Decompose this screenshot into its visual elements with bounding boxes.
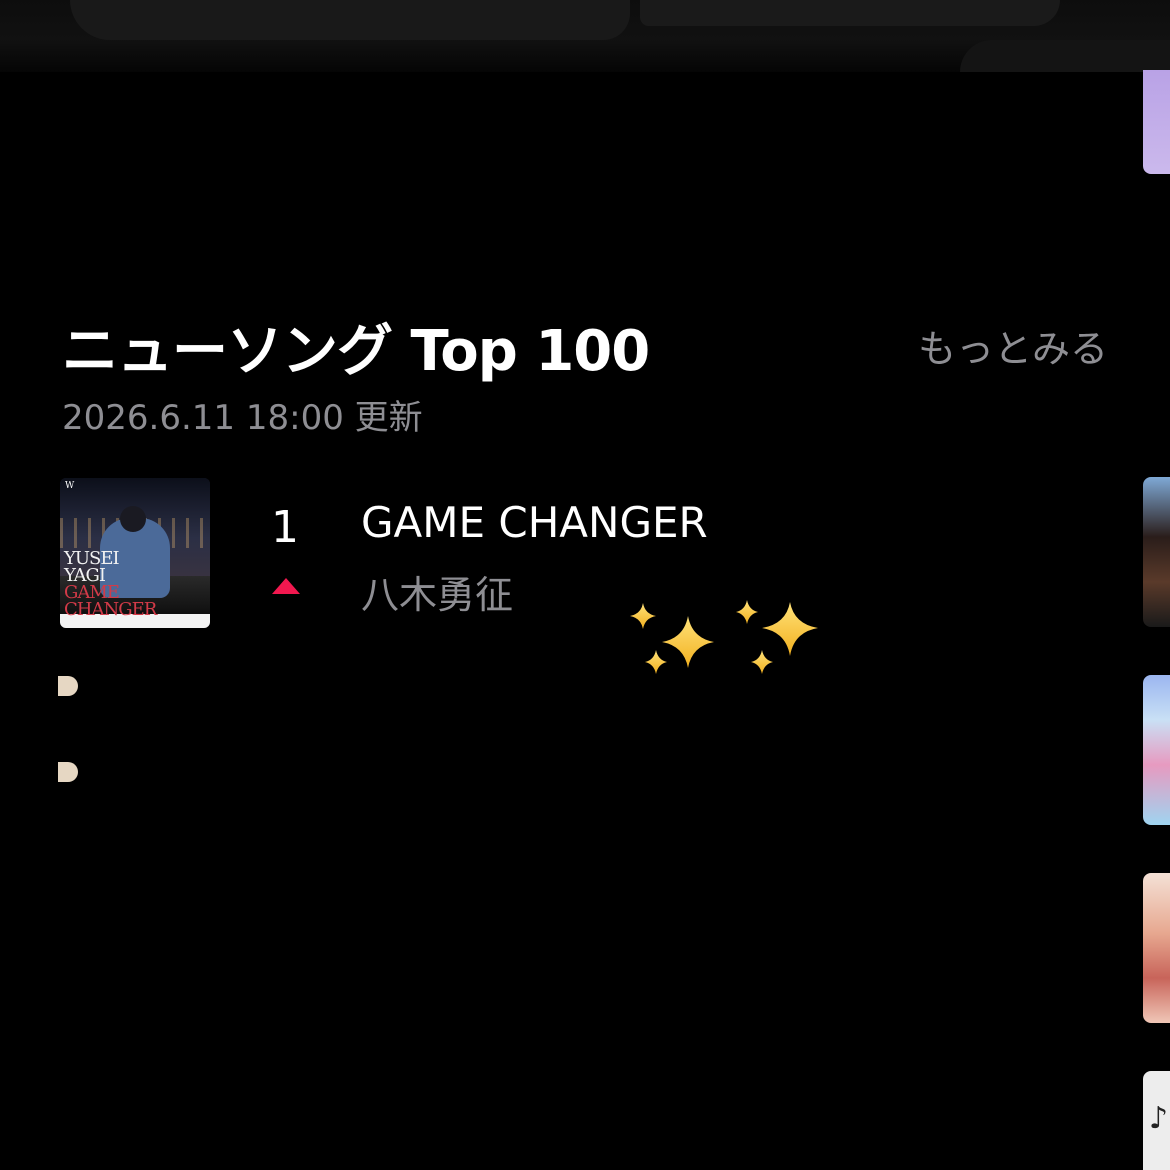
rank-up-icon [272, 578, 300, 594]
adjacent-artwork-5[interactable]: ♪ [1143, 1071, 1170, 1170]
artwork-text-line: CHANGER [64, 599, 157, 620]
adjacent-artwork-4[interactable] [1143, 873, 1170, 1023]
section-title: ニューソング Top 100 [62, 319, 650, 384]
blurred-header-shape [960, 40, 1170, 72]
sparkles-emoji-icon [626, 598, 826, 688]
sparkles-icon [630, 600, 818, 674]
adjacent-artwork-2[interactable] [1143, 477, 1170, 627]
blurred-header-shape [70, 0, 630, 40]
artwork-person-head [120, 506, 146, 532]
chart-row[interactable]: W YUSEI YAGI GAME CHANGER 1 GAME CHANGER… [60, 478, 1120, 628]
artwork-title-text: YUSEI YAGI GAME CHANGER [64, 550, 164, 620]
rank-number: 1 [271, 502, 299, 553]
blurred-header-shape [640, 0, 1060, 26]
artist-name[interactable]: 八木勇征 [361, 564, 513, 619]
hidden-artwork-fragment [58, 762, 78, 782]
song-title[interactable]: GAME CHANGER [361, 498, 708, 547]
music-note-icon: ♪ [1149, 1101, 1169, 1136]
see-more-link[interactable]: もっとみる [918, 318, 1108, 373]
album-artwork[interactable]: W YUSEI YAGI GAME CHANGER [60, 478, 210, 628]
artwork-label: W [65, 481, 75, 491]
hidden-artwork-fragment [58, 676, 78, 696]
blurred-header [0, 0, 1170, 72]
updated-timestamp: 2026.6.11 18:00 更新 [62, 398, 423, 438]
adjacent-artwork-3[interactable] [1143, 675, 1170, 825]
adjacent-artwork-1[interactable] [1143, 70, 1170, 174]
